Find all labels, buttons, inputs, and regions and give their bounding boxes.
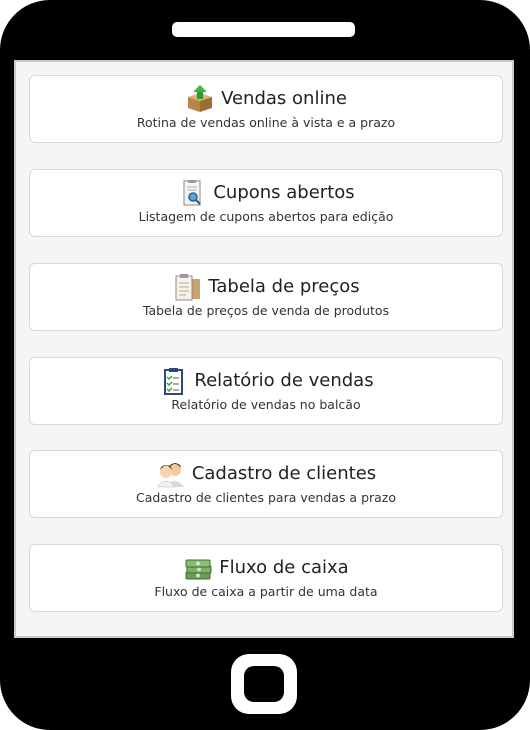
card-title-row: Cupons abertos xyxy=(30,179,502,207)
card-subtitle: Cadastro de clientes para vendas a prazo xyxy=(135,490,397,505)
card-title-row: Cadastro de clientes xyxy=(30,460,502,488)
card-subtitle: Tabela de preços de venda de produtos xyxy=(142,303,390,318)
card-title-row: Vendas online xyxy=(30,85,502,113)
cash-stack-icon xyxy=(185,559,212,580)
app-screen: Vendas online Rotina de vendas online à … xyxy=(14,60,514,638)
menu-card-cupons-abertos[interactable]: Cupons abertos Listagem de cupons aberto… xyxy=(29,169,503,237)
card-title-row: Tabela de preços xyxy=(30,273,502,301)
card-title: Cadastro de clientes xyxy=(191,463,377,484)
checklist-clipboard-icon xyxy=(164,368,184,395)
card-title: Tabela de preços xyxy=(208,276,360,297)
phone-speaker xyxy=(172,22,355,37)
home-button-inner xyxy=(244,666,284,702)
receipt-search-icon xyxy=(183,180,202,206)
card-title: Vendas online xyxy=(221,88,347,109)
menu-card-tabela-de-precos[interactable]: Tabela de preços Tabela de preços de ven… xyxy=(29,263,503,331)
card-subtitle: Fluxo de caixa a partir de uma data xyxy=(154,584,378,599)
menu-card-fluxo-de-caixa[interactable]: Fluxo de caixa Fluxo de caixa a partir d… xyxy=(29,544,503,612)
card-title: Cupons abertos xyxy=(213,182,355,203)
card-subtitle: Relatório de vendas no balcão xyxy=(171,397,361,412)
card-title: Fluxo de caixa xyxy=(219,557,349,578)
menu-card-relatorio-de-vendas[interactable]: Relatório de vendas Relatório de vendas … xyxy=(29,357,503,425)
card-title-row: Fluxo de caixa xyxy=(30,554,502,582)
card-subtitle: Listagem de cupons abertos para edição xyxy=(138,209,394,224)
phone-frame: Vendas online Rotina de vendas online à … xyxy=(0,0,530,730)
card-title-row: Relatório de vendas xyxy=(30,367,502,395)
price-clipboard-icon xyxy=(175,274,201,301)
card-subtitle: Rotina de vendas online à vista e a praz… xyxy=(136,115,396,130)
card-title: Relatório de vendas xyxy=(194,370,374,391)
customers-icon xyxy=(156,463,184,488)
menu-card-vendas-online[interactable]: Vendas online Rotina de vendas online à … xyxy=(29,75,503,143)
package-upload-icon xyxy=(188,85,213,112)
menu-card-cadastro-de-clientes[interactable]: Cadastro de clientes Cadastro de cliente… xyxy=(29,450,503,518)
home-button[interactable] xyxy=(231,654,297,714)
